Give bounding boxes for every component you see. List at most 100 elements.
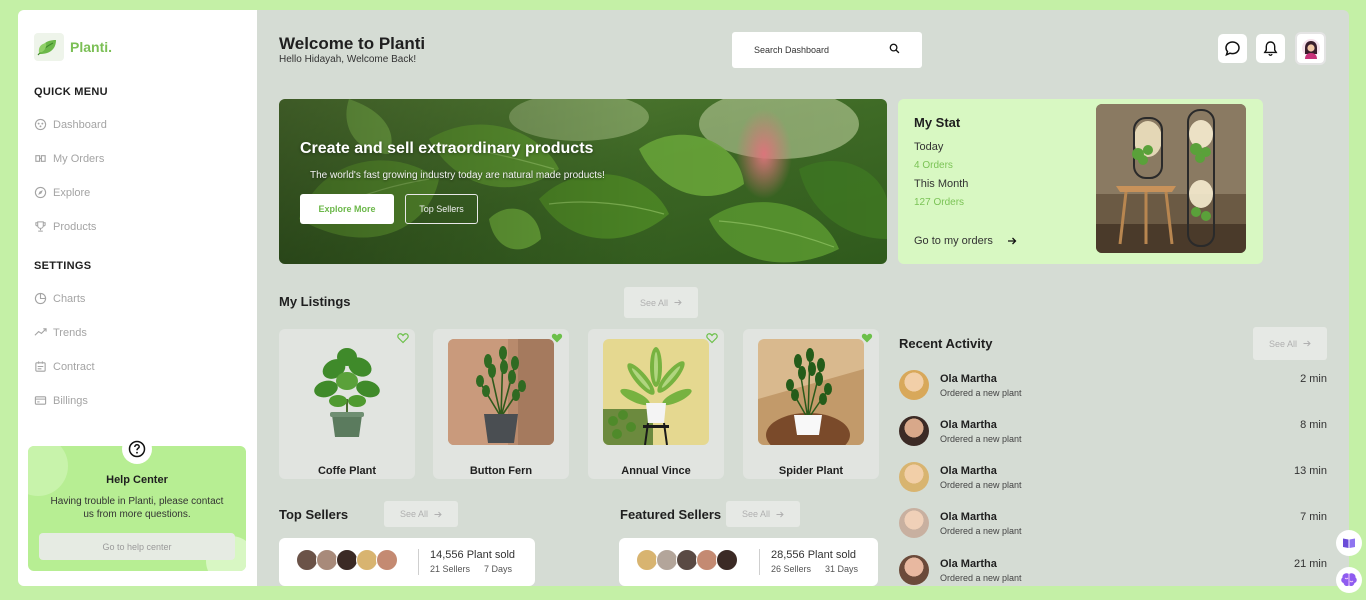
activity-row[interactable]: Ola Martha Ordered a new plant 7 min — [899, 508, 1327, 542]
avatar — [656, 549, 678, 571]
help-center-button[interactable]: Go to help center — [39, 533, 235, 560]
avatar — [716, 549, 738, 571]
sidebar-item-label: Billings — [53, 394, 88, 407]
sidebar-item-contract[interactable]: Contract — [34, 360, 95, 373]
my-listings-title: My Listings — [279, 294, 351, 309]
user-avatar[interactable] — [1295, 32, 1326, 65]
hero-banner: Create and sell extraordinary products T… — [279, 99, 887, 264]
sidebar-item-dashboard[interactable]: Dashboard — [34, 118, 107, 131]
top-sellers-button[interactable]: Top Sellers — [405, 194, 478, 224]
arrow-right-icon — [1007, 237, 1017, 245]
top-sellers-see-all-button[interactable]: See All — [384, 501, 458, 527]
help-center-content: Help Center Having trouble in Planti, pl… — [28, 446, 246, 571]
contract-icon — [35, 361, 46, 372]
avatar — [899, 555, 929, 585]
activity-user-name: Ola Martha — [940, 373, 997, 385]
message-button[interactable] — [1218, 34, 1247, 63]
avatar — [696, 549, 718, 571]
divider — [418, 549, 419, 575]
brand-logo[interactable]: Planti. — [34, 33, 112, 61]
brand-name: Planti. — [70, 39, 113, 55]
avatar — [296, 549, 318, 571]
divider — [759, 549, 760, 575]
arrow-right-icon — [674, 299, 682, 306]
search-placeholder: Search Dashboard — [754, 45, 830, 55]
top-sellers-card[interactable]: 14,556 Plant sold 21 Sellers 7 Days — [279, 538, 535, 586]
sidebar-item-label: Trends — [53, 326, 87, 339]
banner-title: Create and sell extraordinary products — [300, 140, 594, 157]
search-icon[interactable] — [889, 43, 900, 54]
seller-avatars — [296, 549, 398, 571]
stat-month-value: 127 Orders — [914, 197, 965, 208]
activity-user-name: Ola Martha — [940, 419, 997, 431]
seller-count: 21 Sellers — [430, 564, 471, 574]
listing-card[interactable]: Spider Plant — [743, 329, 879, 479]
reader-extension-button[interactable] — [1336, 530, 1362, 556]
sidebar-item-charts[interactable]: Charts — [34, 292, 85, 305]
dashboard-icon — [34, 118, 47, 131]
avatar — [376, 549, 398, 571]
activity-row[interactable]: Ola Martha Ordered a new plant 8 min — [899, 416, 1327, 450]
go-to-orders-label: Go to my orders — [914, 235, 993, 247]
page-subtitle: Hello Hidayah, Welcome Back! — [279, 54, 417, 65]
heart-filled-icon[interactable] — [551, 332, 563, 344]
sidebar-item-label: Dashboard — [53, 118, 107, 131]
go-to-orders-link[interactable]: Go to my orders — [914, 235, 1017, 247]
bell-icon — [1263, 41, 1278, 56]
avatar — [336, 549, 358, 571]
activity-user-name: Ola Martha — [940, 511, 997, 523]
heart-outline-icon[interactable] — [397, 332, 409, 344]
activity-row[interactable]: Ola Martha Ordered a new plant 2 min — [899, 370, 1327, 404]
sidebar-item-explore[interactable]: Explore — [34, 186, 90, 199]
sidebar-item-trends[interactable]: Trends — [34, 326, 87, 339]
listing-card[interactable]: Annual Vince — [588, 329, 724, 479]
listing-card[interactable]: Button Fern — [433, 329, 569, 479]
sidebar-item-billings[interactable]: Billings — [34, 394, 88, 407]
arrow-right-icon — [434, 511, 442, 517]
sidebar-item-label: Products — [53, 220, 97, 233]
plant-image — [603, 339, 709, 445]
seller-count: 26 Sellers — [771, 564, 812, 574]
activity-description: Ordered a new plant — [940, 573, 1022, 583]
hero-leaves-image — [279, 99, 887, 264]
search-input[interactable]: Search Dashboard — [732, 32, 922, 68]
activity-row[interactable]: Ola Martha Ordered a new plant 13 min — [899, 462, 1327, 496]
sidebar-item-label: Contract — [53, 360, 95, 373]
stat-month-label: This Month — [914, 178, 969, 190]
plant-name: Annual Vince — [621, 465, 691, 477]
heart-outline-icon[interactable] — [706, 332, 718, 344]
activity-description: Ordered a new plant — [940, 388, 1022, 398]
featured-sellers-card[interactable]: 28,556 Plant sold 26 Sellers 31 Days — [619, 538, 878, 586]
listings-see-all-button[interactable]: See All — [624, 287, 698, 318]
pie-chart-icon — [34, 292, 47, 305]
day-count: 7 Days — [484, 564, 513, 574]
billing-icon — [34, 396, 47, 405]
see-all-label: See All — [1268, 338, 1298, 349]
activity-row[interactable]: Ola Martha Ordered a new plant 21 min — [899, 555, 1327, 586]
trend-icon — [34, 328, 47, 336]
app-window: Planti. QUICK MENU Dashboard My Orders E… — [18, 10, 1349, 586]
sidebar-item-my-orders[interactable]: My Orders — [34, 152, 104, 165]
activity-user-name: Ola Martha — [940, 558, 997, 570]
avatar — [899, 508, 929, 538]
activity-time: 2 min — [1300, 373, 1327, 385]
plant-image — [448, 339, 554, 445]
my-stat-card: My Stat Today 4 Orders This Month 127 Or… — [898, 99, 1263, 264]
seller-meta: 21 Sellers 7 Days — [430, 564, 512, 574]
activity-time: 13 min — [1293, 465, 1327, 477]
avatar — [636, 549, 658, 571]
notification-button[interactable] — [1256, 34, 1285, 63]
activity-time: 8 min — [1300, 419, 1327, 431]
avatar — [676, 549, 698, 571]
featured-sellers-title: Featured Sellers — [620, 507, 722, 522]
sidebar-item-products[interactable]: Products — [34, 220, 96, 233]
featured-sellers-see-all-button[interactable]: See All — [726, 501, 800, 527]
see-all-label: See All — [639, 297, 669, 308]
activity-see-all-button[interactable]: See All — [1253, 327, 1327, 360]
assistant-extension-button[interactable] — [1336, 567, 1362, 593]
explore-more-button[interactable]: Explore More — [300, 194, 394, 224]
heart-filled-icon[interactable] — [861, 332, 873, 344]
listing-card[interactable]: Coffe Plant — [279, 329, 415, 479]
leaf-logo-icon — [34, 33, 64, 61]
sidebar-item-label: Explore — [53, 186, 91, 199]
